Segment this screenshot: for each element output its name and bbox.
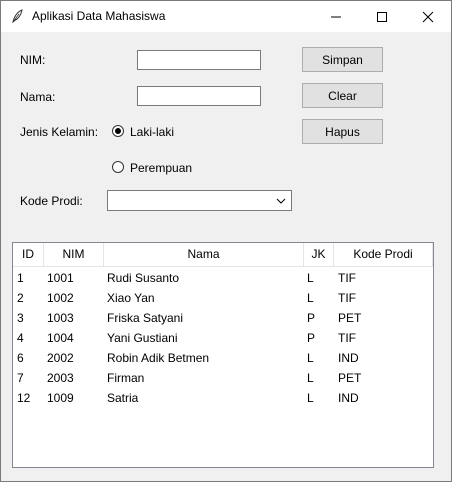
table-cell: Satria bbox=[107, 391, 139, 405]
nama-input[interactable] bbox=[138, 87, 260, 105]
table-header: ID NIM Nama JK Kode Prodi bbox=[13, 243, 433, 267]
table-cell: L bbox=[307, 391, 314, 405]
table-cell: Yani Gustiani bbox=[107, 331, 178, 345]
table-cell: TIF bbox=[338, 291, 356, 305]
save-button[interactable]: Simpan bbox=[302, 47, 383, 72]
maximize-icon bbox=[377, 11, 387, 22]
delete-button[interactable]: Hapus bbox=[302, 119, 383, 144]
table-cell: 6 bbox=[17, 351, 24, 365]
radio-perempuan[interactable] bbox=[112, 161, 124, 173]
table-cell: 2002 bbox=[47, 351, 74, 365]
table-cell: 2 bbox=[17, 291, 24, 305]
app-window: Aplikasi Data Mahasiswa NIM: Nama: Jenis… bbox=[0, 0, 452, 482]
table-row[interactable]: 4 1004 Yani Gustiani P TIF bbox=[13, 328, 433, 348]
column-header-id[interactable]: ID bbox=[13, 243, 44, 266]
table-cell: 1 bbox=[17, 271, 24, 285]
table-cell: TIF bbox=[338, 271, 356, 285]
table-cell: PET bbox=[338, 311, 362, 325]
table-row[interactable]: 7 2003 Firman L PET bbox=[13, 368, 433, 388]
table-cell: L bbox=[307, 351, 314, 365]
table-row[interactable]: 2 1002 Xiao Yan L TIF bbox=[13, 288, 433, 308]
table-cell: 1004 bbox=[47, 331, 74, 345]
column-header-nama[interactable]: Nama bbox=[104, 243, 304, 266]
table-row[interactable]: 6 2002 Robin Adik Betmen L IND bbox=[13, 348, 433, 368]
table-cell: 1001 bbox=[47, 271, 74, 285]
table-cell: Firman bbox=[107, 371, 145, 385]
chevron-down-icon[interactable] bbox=[275, 195, 287, 207]
column-header-nim[interactable]: NIM bbox=[44, 243, 104, 266]
maximize-button[interactable] bbox=[359, 1, 405, 32]
table-cell: L bbox=[307, 271, 314, 285]
nama-label: Nama: bbox=[20, 90, 56, 104]
table-cell: 3 bbox=[17, 311, 24, 325]
table-cell: 2003 bbox=[47, 371, 74, 385]
gender-label: Jenis Kelamin: bbox=[20, 125, 99, 139]
student-table[interactable]: ID NIM Nama JK Kode Prodi 1 1001 Rudi Susa… bbox=[12, 242, 434, 468]
table-row[interactable]: 12 1009 Satria L IND bbox=[13, 388, 433, 408]
column-header-jk[interactable]: JK bbox=[304, 243, 334, 266]
column-header-kode-prodi[interactable]: Kode Prodi bbox=[334, 243, 433, 266]
nim-field[interactable] bbox=[137, 50, 261, 70]
nim-input[interactable] bbox=[138, 51, 260, 69]
radio-laki-laki[interactable] bbox=[112, 125, 124, 137]
radio-laki-laki-label[interactable]: Laki-laki bbox=[130, 125, 174, 139]
close-icon bbox=[422, 11, 434, 22]
nama-field[interactable] bbox=[137, 86, 261, 106]
title-bar[interactable]: Aplikasi Data Mahasiswa bbox=[1, 1, 451, 32]
table-row[interactable]: 3 1003 Friska Satyani P PET bbox=[13, 308, 433, 328]
table-cell: PET bbox=[338, 371, 362, 385]
table-cell: 1003 bbox=[47, 311, 74, 325]
table-cell: IND bbox=[338, 391, 359, 405]
table-cell: L bbox=[307, 371, 314, 385]
clear-button[interactable]: Clear bbox=[302, 83, 383, 108]
window-title: Aplikasi Data Mahasiswa bbox=[32, 9, 166, 23]
minimize-button[interactable] bbox=[313, 1, 359, 32]
radio-perempuan-label[interactable]: Perempuan bbox=[130, 161, 192, 175]
minimize-icon bbox=[331, 16, 341, 17]
table-cell: 1009 bbox=[47, 391, 74, 405]
prodi-combobox[interactable] bbox=[107, 190, 292, 211]
table-cell: Robin Adik Betmen bbox=[107, 351, 210, 365]
table-cell: Rudi Susanto bbox=[107, 271, 180, 285]
table-cell: P bbox=[307, 331, 316, 345]
close-button[interactable] bbox=[405, 1, 451, 32]
prodi-label: Kode Prodi: bbox=[20, 194, 83, 208]
table-cell: TIF bbox=[338, 331, 356, 345]
table-cell: Friska Satyani bbox=[107, 311, 184, 325]
feather-icon bbox=[12, 9, 23, 23]
table-cell: L bbox=[307, 291, 314, 305]
table-cell: 7 bbox=[17, 371, 24, 385]
table-cell: 1002 bbox=[47, 291, 74, 305]
table-row[interactable]: 1 1001 Rudi Susanto L TIF bbox=[13, 268, 433, 288]
table-cell: P bbox=[307, 311, 316, 325]
nim-label: NIM: bbox=[20, 53, 46, 67]
table-cell: 12 bbox=[17, 391, 31, 405]
table-cell: Xiao Yan bbox=[107, 291, 155, 305]
table-cell: IND bbox=[338, 351, 359, 365]
table-cell: 4 bbox=[17, 331, 24, 345]
